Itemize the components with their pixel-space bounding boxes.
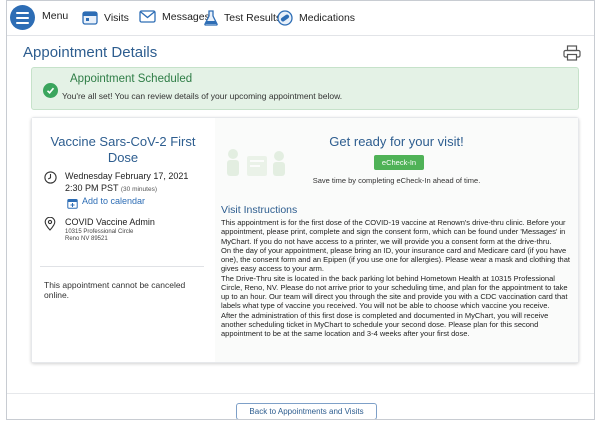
calendar-add-icon[interactable] — [67, 196, 78, 214]
location-address-line1: 10315 Professional Circle — [65, 229, 134, 235]
back-to-appointments-button[interactable]: Back to Appointments and Visits — [236, 403, 377, 419]
visit-prep-pane: Get ready for your visit! eCheck-In Save… — [215, 118, 578, 362]
app-window: Menu Visits Messages Test Results Medica… — [6, 0, 595, 420]
nav-messages[interactable]: Messages — [139, 10, 210, 23]
appointment-date: Wednesday February 17, 2021 — [65, 171, 189, 181]
nav-menu[interactable]: Menu — [42, 10, 68, 22]
page-title: Appointment Details — [23, 44, 158, 61]
visit-instructions-heading: Visit Instructions — [221, 204, 298, 216]
top-navigation: Menu Visits Messages Test Results Medica… — [7, 1, 594, 36]
nav-test-results[interactable]: Test Results — [204, 10, 281, 26]
hamburger-icon — [16, 11, 29, 14]
visit-instructions-body: This appointment is for the first dose o… — [221, 218, 574, 338]
appointment-time: 2:30 PM PST — [65, 183, 119, 193]
banner-title: Appointment Scheduled — [70, 73, 193, 85]
nav-visits[interactable]: Visits — [82, 10, 129, 25]
cancel-note: This appointment cannot be canceled onli… — [44, 280, 186, 300]
map-pin-icon — [44, 216, 56, 236]
instruction-paragraph: On the day of your appointment, please b… — [221, 245, 570, 274]
appointment-title: Vaccine Sars-CoV-2 First Dose — [50, 134, 196, 165]
check-circle-icon — [43, 83, 58, 98]
checkin-subtext: Save time by completing eCheck-In ahead … — [312, 176, 481, 185]
nav-visits-label: Visits — [104, 11, 129, 24]
checkin-heading: Get ready for your visit! — [329, 134, 464, 149]
banner-message: You're all set! You can review details o… — [62, 91, 343, 101]
add-to-calendar-link[interactable]: Add to calendar — [82, 196, 145, 206]
menu-button[interactable] — [10, 5, 35, 30]
envelope-icon — [139, 10, 156, 23]
success-banner: Appointment Scheduled You're all set! Yo… — [31, 67, 579, 110]
nav-medications-label: Medications — [299, 12, 356, 24]
instruction-paragraph: The Drive-Thru site is located in the ba… — [221, 273, 568, 311]
instruction-paragraph: This appointment is for the first dose o… — [221, 218, 566, 246]
appointment-duration: (30 minutes) — [120, 186, 157, 193]
nav-menu-label: Menu — [42, 10, 69, 22]
location-name: COVID Vaccine Admin — [65, 217, 155, 227]
calendar-icon — [82, 10, 98, 25]
instruction-paragraph: After the administration of this first d… — [221, 310, 549, 339]
nav-test-results-label: Test Results — [224, 12, 282, 24]
appointment-summary: Vaccine Sars-CoV-2 First Dose Wednesday … — [32, 118, 213, 362]
divider — [7, 393, 594, 394]
divider — [40, 266, 204, 267]
printer-icon[interactable] — [563, 45, 581, 66]
pill-icon — [277, 10, 293, 26]
appointment-time-row: 2:30 PM PST (30 minutes) — [65, 183, 157, 193]
nav-medications[interactable]: Medications — [277, 10, 355, 26]
flask-icon — [204, 10, 218, 26]
appointment-card: Vaccine Sars-CoV-2 First Dose Wednesday … — [31, 117, 579, 363]
location-address-line2: Reno NV 89521 — [65, 236, 108, 242]
nav-messages-label: Messages — [162, 10, 210, 23]
echeckin-button[interactable]: eCheck-In — [374, 155, 424, 170]
clock-icon — [44, 171, 57, 189]
